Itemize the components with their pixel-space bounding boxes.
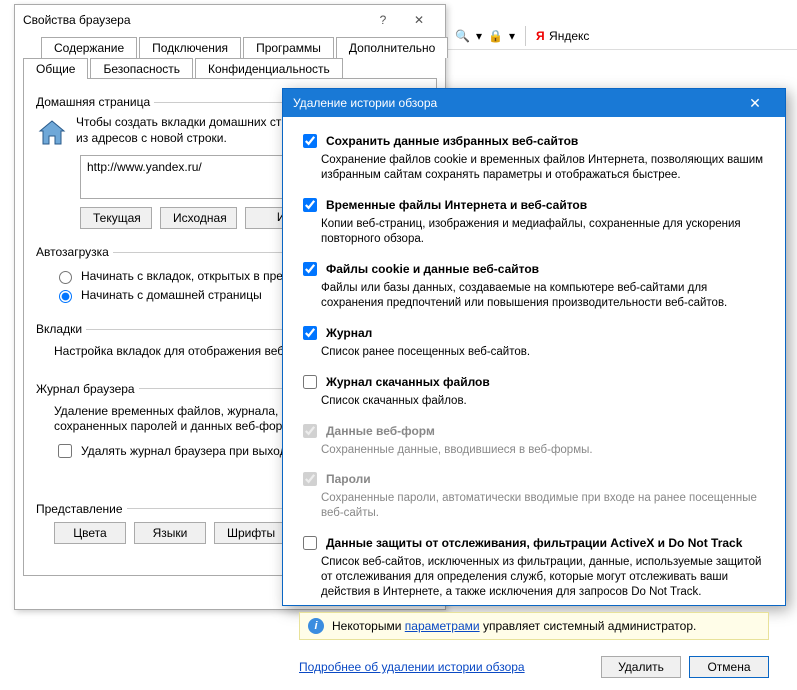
delete-option: Журнал скачанных файлов Список скачанных … [299,372,769,409]
delete-option-desc: Файлы или базы данных, создаваемые на ко… [321,281,769,311]
use-current-button[interactable]: Текущая [80,207,152,229]
languages-button[interactable]: Языки [134,522,206,544]
startup-radio-tabs[interactable] [59,271,72,284]
tab-security[interactable]: Безопасность [90,58,193,79]
dialog-titlebar: Свойства браузера ? ✕ [15,5,445,35]
delete-option-checkbox[interactable] [303,262,317,276]
delete-option-label: Временные файлы Интернета и веб-сайтов [326,198,587,212]
delete-option-label: Сохранить данные избранных веб-сайтов [326,134,578,148]
delete-option-desc: Список ранее посещенных веб-сайтов. [321,345,769,360]
dialog-titlebar: Удаление истории обзора ✕ [283,89,785,117]
delete-option-label: Журнал скачанных файлов [326,375,490,389]
dialog-title: Свойства браузера [23,13,365,27]
colors-button[interactable]: Цвета [54,522,126,544]
delete-option-desc: Сохраненные пароли, автоматически вводим… [321,491,769,521]
chevron-down-icon[interactable]: ▾ [476,29,482,43]
use-default-button[interactable]: Исходная [160,207,237,229]
delete-option-checkbox[interactable] [303,536,317,550]
delete-option-label: Журнал [326,326,372,340]
delete-option-desc: Копии веб-страниц, изображения и медиафа… [321,217,769,247]
delete-option-desc: Сохраненные данные, вводившиеся в веб-фо… [321,443,769,458]
delete-option-checkbox[interactable] [303,326,317,340]
tabs-legend: Вкладки [36,322,86,336]
delete-option-checkbox [303,424,317,438]
delete-option-label: Данные веб-форм [326,424,435,438]
delete-option: Пароли Сохраненные пароли, автоматически … [299,469,769,521]
delete-option-desc: Сохранение файлов cookie и временных фай… [321,153,769,183]
search-icon[interactable]: 🔍 [455,29,470,43]
startup-legend: Автозагрузка [36,245,113,259]
fonts-button[interactable]: Шрифты [214,522,288,544]
tab-general[interactable]: Общие [23,58,88,79]
homepage-legend: Домашняя страница [36,95,154,109]
startup-radio-home-label: Начинать с домашней страницы [81,288,262,302]
help-button[interactable]: ? [365,13,401,27]
delete-option: Данные веб-форм Сохраненные данные, вводи… [299,421,769,458]
cancel-button[interactable]: Отмена [689,656,769,678]
tab-privacy[interactable]: Конфиденциальность [195,58,343,79]
delete-option-desc: Список веб-сайтов, исключенных из фильтр… [321,555,769,600]
delete-option: Временные файлы Интернета и веб-сайтов Ко… [299,195,769,247]
close-icon[interactable]: ✕ [735,95,775,112]
admin-info-strip: i Некоторыми параметрами управляет систем… [299,612,769,640]
parameters-link[interactable]: параметрами [405,619,480,633]
browser-toolbar: 🔍 ▾ 🔒 ▾ Я Яндекс [445,22,797,50]
delete-option-checkbox[interactable] [303,198,317,212]
delete-option: Файлы cookie и данные веб-сайтов Файлы ил… [299,259,769,311]
delete-option: Сохранить данные избранных веб-сайтов Сох… [299,131,769,183]
delete-option: Журнал Список ранее посещенных веб-сайтов… [299,323,769,360]
tab-programs[interactable]: Программы [243,37,334,58]
info-icon: i [308,618,324,634]
close-button[interactable]: ✕ [401,13,437,27]
delete-on-exit-checkbox[interactable] [58,444,72,458]
delete-history-dialog: Удаление истории обзора ✕ Сохранить данн… [282,88,786,606]
delete-option-checkbox [303,472,317,486]
delete-button[interactable]: Удалить [601,656,681,678]
tab-connections[interactable]: Подключения [139,37,241,58]
tab-content[interactable]: Содержание [41,37,137,58]
dialog-title: Удаление истории обзора [293,96,735,110]
home-icon [36,117,68,149]
delete-option-checkbox[interactable] [303,134,317,148]
chevron-down-icon[interactable]: ▾ [509,29,515,43]
delete-option-label: Данные защиты от отслеживания, фильтраци… [326,536,742,550]
startup-radio-home[interactable] [59,290,72,303]
delete-on-exit-label: Удалять журнал браузера при выходе [81,444,293,458]
lock-icon[interactable]: 🔒 [488,29,503,43]
delete-option-label: Пароли [326,472,371,486]
yandex-logo[interactable]: Я Яндекс [536,27,589,45]
history-legend: Журнал браузера [36,382,139,396]
tab-advanced[interactable]: Дополнительно [336,37,448,58]
delete-option-label: Файлы cookie и данные веб-сайтов [326,262,539,276]
appearance-legend: Представление [36,502,127,516]
delete-option-desc: Список скачанных файлов. [321,394,769,409]
delete-option: Данные защиты от отслеживания, фильтраци… [299,533,769,600]
delete-option-checkbox[interactable] [303,375,317,389]
info-text: Некоторыми параметрами управляет системн… [332,619,696,633]
learn-more-link[interactable]: Подробнее об удалении истории обзора [299,660,525,674]
